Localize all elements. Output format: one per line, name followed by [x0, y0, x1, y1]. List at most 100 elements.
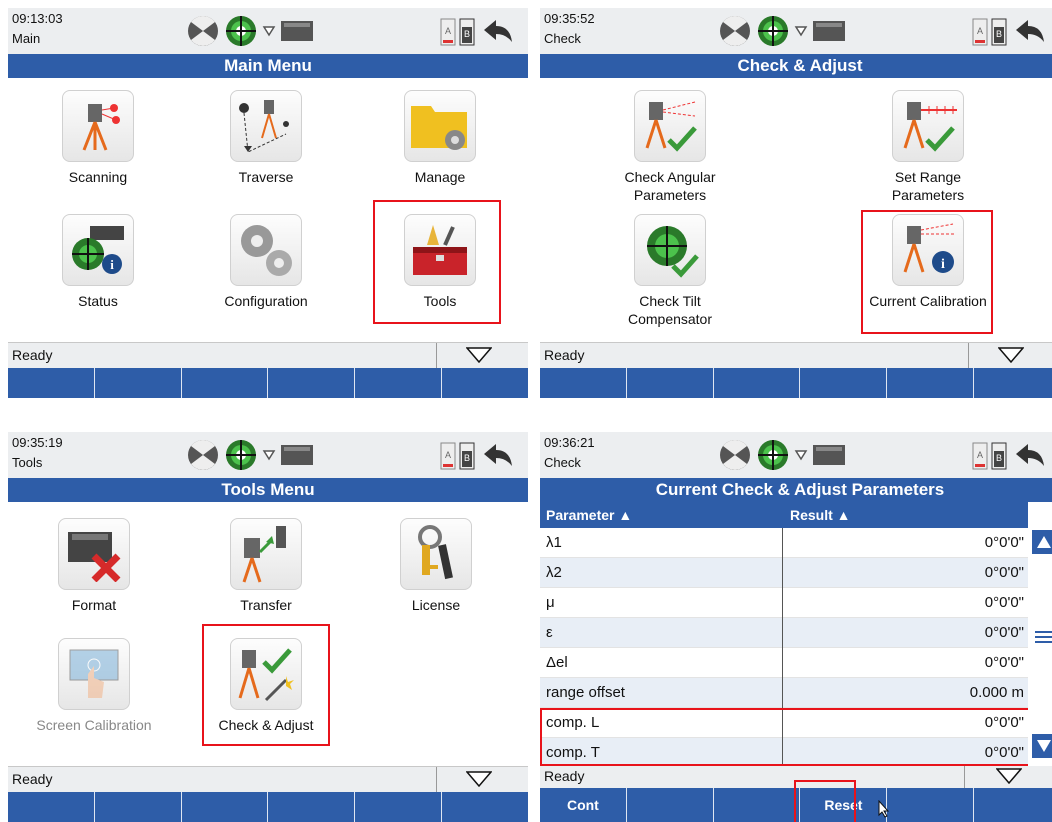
column-divider	[782, 528, 783, 558]
battery-a-icon[interactable]: A	[440, 440, 456, 470]
f1-key[interactable]	[8, 792, 95, 822]
scrollbar[interactable]	[1028, 502, 1052, 796]
tile-label: Check Tilt Compensator	[627, 293, 713, 327]
column-header-parameter[interactable]: Parameter ▲	[546, 507, 632, 523]
target-icon[interactable]	[718, 14, 752, 48]
battery-a-icon[interactable]: A	[972, 440, 988, 470]
table-row[interactable]: Δel 0°0'0"	[540, 648, 1028, 678]
f3-key[interactable]	[182, 368, 269, 398]
dropdown-triangle-icon[interactable]	[996, 768, 1022, 784]
column-header-result[interactable]: Result ▲	[790, 507, 851, 523]
tilt-level-icon[interactable]	[756, 438, 790, 472]
prism-icon[interactable]	[262, 448, 276, 462]
screen-calibration-tile[interactable]: Screen Calibration	[24, 638, 164, 734]
cont-button[interactable]: Cont	[540, 788, 627, 822]
f1-key[interactable]	[8, 368, 95, 398]
license-tile[interactable]: License	[366, 518, 506, 614]
back-arrow-icon[interactable]	[482, 18, 514, 44]
traverse-tile[interactable]: Traverse	[196, 90, 336, 186]
battery-a-icon[interactable]: A	[440, 16, 456, 46]
dropdown-triangle-icon[interactable]	[998, 347, 1024, 363]
scroll-down-button[interactable]	[1032, 734, 1052, 758]
highlight-box	[861, 210, 993, 334]
param-value: 0°0'0"	[984, 564, 1024, 581]
mouse-cursor-icon	[878, 800, 890, 818]
battery-b-icon[interactable]: B	[459, 440, 475, 470]
f2-key[interactable]	[627, 368, 714, 398]
tilt-level-icon[interactable]	[224, 14, 258, 48]
check-angular-tile[interactable]: Check Angular Parameters	[600, 90, 740, 204]
tile-label: License	[411, 597, 461, 613]
mode-label: Check	[544, 455, 581, 470]
f5-key[interactable]	[887, 788, 975, 822]
f6-key[interactable]	[442, 368, 528, 398]
scroll-thumb-icon[interactable]	[1034, 630, 1052, 644]
scanning-tile[interactable]: Scanning	[28, 90, 168, 186]
highlight-box	[794, 780, 856, 822]
dropdown-triangle-icon[interactable]	[466, 771, 492, 787]
prism-icon[interactable]	[794, 448, 808, 462]
battery-a-icon[interactable]: A	[972, 16, 988, 46]
memory-card-icon[interactable]	[280, 442, 314, 468]
f4-key[interactable]	[800, 368, 888, 398]
set-range-tile[interactable]: Set Range Parameters	[858, 90, 998, 204]
table-row[interactable]: ε 0°0'0"	[540, 618, 1028, 648]
target-icon[interactable]	[718, 438, 752, 472]
f2-key[interactable]	[95, 368, 182, 398]
back-arrow-icon[interactable]	[1014, 18, 1046, 44]
check-tilt-tile[interactable]: Check Tilt Compensator	[600, 214, 740, 328]
manage-tile[interactable]: Manage	[370, 90, 510, 186]
tile-label: Scanning	[68, 169, 128, 185]
battery-b-icon[interactable]: B	[459, 16, 475, 46]
tilt-level-icon[interactable]	[224, 438, 258, 472]
table-row[interactable]: λ2 0°0'0"	[540, 558, 1028, 588]
f4-key[interactable]	[268, 368, 356, 398]
configuration-tile[interactable]: Configuration	[196, 214, 336, 310]
prism-icon[interactable]	[262, 24, 276, 38]
arrow-up-icon	[1037, 536, 1051, 548]
f6-key[interactable]	[974, 788, 1052, 822]
target-icon[interactable]	[186, 14, 220, 48]
battery-b-icon[interactable]: B	[991, 16, 1007, 46]
f2-key[interactable]	[95, 792, 182, 822]
angular-check-icon	[645, 101, 697, 152]
table-header: Parameter ▲ Result ▲	[540, 502, 1028, 528]
table-row[interactable]: λ1 0°0'0"	[540, 528, 1028, 558]
memory-card-icon[interactable]	[812, 18, 846, 44]
memory-card-icon[interactable]	[280, 18, 314, 44]
target-icon[interactable]	[186, 438, 220, 472]
f1-key[interactable]	[540, 368, 627, 398]
f3-key[interactable]	[714, 368, 801, 398]
f5-key[interactable]	[887, 368, 975, 398]
status-tile[interactable]: i Status	[28, 214, 168, 310]
scroll-up-button[interactable]	[1032, 530, 1052, 554]
dropdown-triangle-icon[interactable]	[466, 347, 492, 363]
header-bar: 09:13:03 Main A B	[8, 8, 528, 54]
table-row[interactable]: μ 0°0'0"	[540, 588, 1028, 618]
f6-key[interactable]	[442, 792, 528, 822]
format-tile[interactable]: Format	[24, 518, 164, 614]
parameters-screen: 09:36:21 Check A B Current Check & Adjus…	[540, 432, 1052, 822]
f3-key[interactable]	[182, 792, 269, 822]
header-bar: 09:36:21 Check A B	[540, 432, 1052, 478]
tilt-level-icon[interactable]	[756, 14, 790, 48]
f5-key[interactable]	[355, 368, 443, 398]
f3-key[interactable]	[714, 788, 801, 822]
prism-icon[interactable]	[794, 24, 808, 38]
column-divider	[782, 648, 783, 678]
status-text: Ready	[12, 347, 53, 363]
f5-key[interactable]	[355, 792, 443, 822]
divider	[964, 766, 965, 788]
transfer-tile[interactable]: Transfer	[196, 518, 336, 614]
table-row[interactable]: range offset 0.000 m	[540, 678, 1028, 708]
f4-key[interactable]	[268, 792, 356, 822]
format-card-icon	[68, 532, 121, 582]
back-arrow-icon[interactable]	[482, 442, 514, 468]
highlight-box	[373, 200, 501, 324]
f6-key[interactable]	[974, 368, 1052, 398]
battery-b-icon[interactable]: B	[991, 440, 1007, 470]
check-adjust-screen: 09:35:52 Check A B Check & Adjust Check …	[540, 8, 1052, 398]
memory-card-icon[interactable]	[812, 442, 846, 468]
back-arrow-icon[interactable]	[1014, 442, 1046, 468]
f2-key[interactable]	[627, 788, 714, 822]
